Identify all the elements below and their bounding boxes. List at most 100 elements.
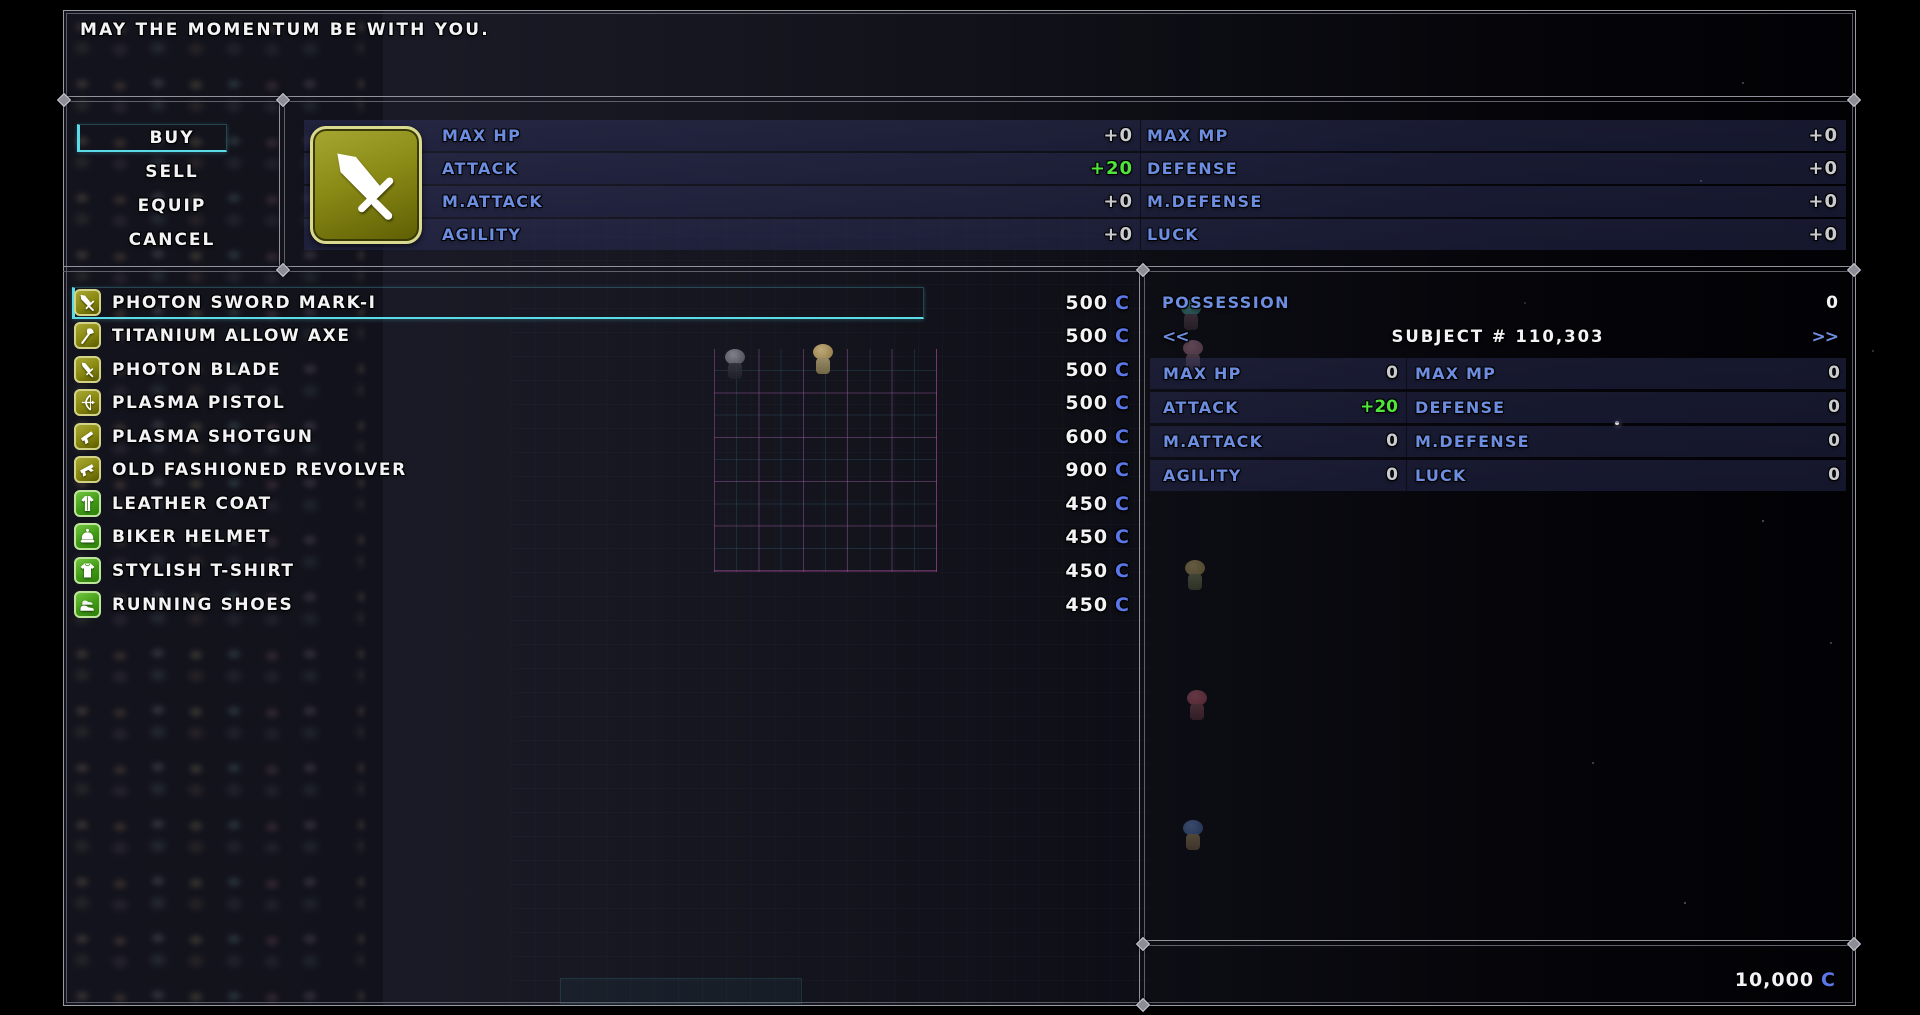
currency-label: C (1821, 969, 1836, 991)
item-row[interactable]: STYLISH T-SHIRT 450C (72, 556, 1130, 587)
item-row[interactable]: RUNNING SHOES 450C (72, 590, 1130, 621)
preview-stat-row: AGILITY +0 LUCK +0 (304, 219, 1846, 250)
item-row[interactable]: OLD FASHIONED REVOLVER 900C (72, 455, 1130, 486)
axe-icon (74, 322, 101, 349)
currency-label: C (1115, 493, 1130, 515)
starfield (0, 0, 2, 2)
currency-label: C (1115, 594, 1130, 616)
next-subject-button[interactable]: >> (1812, 323, 1839, 351)
stat-label: M.ATTACK (442, 186, 543, 217)
status-stat-row: ATTACK +20 DEFENSE 0 (1150, 392, 1846, 423)
currency-label: C (1115, 560, 1130, 582)
stat-label: LUCK (1147, 219, 1199, 250)
currency-label: C (1115, 426, 1130, 448)
stat-value: +0 (1103, 120, 1133, 151)
currency-label: C (1115, 325, 1130, 347)
stat-label: M.DEFENSE (1415, 426, 1530, 457)
currency-label: C (1115, 526, 1130, 548)
divider-message (63, 96, 1856, 102)
currency-label: C (1115, 292, 1130, 314)
command-equip[interactable]: EQUIP (63, 192, 281, 220)
dagger-icon (74, 356, 101, 383)
possession-label: POSSESSION (1162, 289, 1290, 317)
item-price: 450C (1065, 590, 1130, 621)
item-row[interactable]: PLASMA SHOTGUN 600C (72, 422, 1130, 453)
coat-icon (74, 490, 101, 517)
stat-label: LUCK (1415, 460, 1467, 491)
item-name: PHOTON BLADE (112, 355, 281, 386)
command-cancel[interactable]: CANCEL (63, 226, 281, 254)
stat-value: 0 (1828, 392, 1840, 423)
currency-label: C (1115, 359, 1130, 381)
item-name: LEATHER COAT (112, 489, 272, 520)
sword-icon (74, 289, 101, 316)
stat-value: 0 (1150, 358, 1398, 389)
divider-panel (1139, 266, 1145, 1006)
item-row[interactable]: PHOTON BLADE 500C (72, 355, 1130, 386)
bow-icon (74, 389, 101, 416)
command-sell[interactable]: SELL (63, 158, 281, 186)
currency-label: C (1115, 392, 1130, 414)
stat-label: ATTACK (442, 153, 518, 184)
gold-window: 10,000C (1150, 962, 1846, 998)
divider-header (63, 266, 1856, 272)
item-name: PLASMA SHOTGUN (112, 422, 314, 453)
item-price: 900C (1065, 455, 1130, 486)
stat-label: M.DEFENSE (1147, 186, 1263, 217)
message-text: MAY THE MOMENTUM BE WITH YOU. (80, 20, 490, 40)
npc-sprite (1180, 820, 1206, 854)
stat-value: 0 (1828, 358, 1840, 389)
item-price: 450C (1065, 489, 1130, 520)
subject-nav-row: << SUBJECT # 110,303 >> (1150, 323, 1846, 351)
item-name: PHOTON SWORD MARK-I (112, 288, 377, 319)
currency-label: C (1115, 459, 1130, 481)
shop-screen: MAY THE MOMENTUM BE WITH YOU. BUY SELL E… (0, 0, 1920, 1015)
stat-value: +20 (1090, 153, 1133, 184)
preview-stat-row: M.ATTACK +0 M.DEFENSE +0 (304, 186, 1846, 217)
item-row[interactable]: LEATHER COAT 450C (72, 489, 1130, 520)
status-stat-row: AGILITY 0 LUCK 0 (1150, 460, 1846, 491)
map-console-backdrop (560, 978, 802, 1004)
stat-value: +0 (1808, 186, 1838, 217)
item-row[interactable]: TITANIUM ALLOW AXE 500C (72, 321, 1130, 352)
npc-sprite (1182, 560, 1208, 594)
item-name: STYLISH T-SHIRT (112, 556, 295, 587)
gun-icon (74, 423, 101, 450)
item-price: 500C (1065, 288, 1130, 319)
subject-name: SUBJECT # 110,303 (1150, 323, 1846, 351)
item-name: RUNNING SHOES (112, 590, 293, 621)
item-price: 450C (1065, 556, 1130, 587)
command-buy[interactable]: BUY (63, 124, 281, 152)
stat-value: +20 (1150, 392, 1398, 423)
stat-value: +0 (1808, 219, 1838, 250)
gold-value: 10,000C (1735, 962, 1836, 998)
stat-label: MAX MP (1147, 120, 1229, 151)
item-price: 450C (1065, 522, 1130, 553)
item-row[interactable]: PLASMA PISTOL 500C (72, 388, 1130, 419)
possession-value: 0 (1826, 289, 1838, 317)
item-name: TITANIUM ALLOW AXE (112, 321, 351, 352)
stat-label: MAX MP (1415, 358, 1496, 389)
stat-label: AGILITY (442, 219, 521, 250)
stat-value: 0 (1828, 460, 1840, 491)
stat-label: DEFENSE (1147, 153, 1238, 184)
shoes-icon (74, 591, 101, 618)
possession-row: POSSESSION 0 (1150, 289, 1846, 317)
item-name: PLASMA PISTOL (112, 388, 285, 419)
stat-value: 0 (1828, 426, 1840, 457)
stat-value: +0 (1808, 153, 1838, 184)
item-row[interactable]: PHOTON SWORD MARK-I 500C (72, 288, 1130, 319)
item-row[interactable]: BIKER HELMET 450C (72, 522, 1130, 553)
stat-value: +0 (1808, 120, 1838, 151)
preview-stat-row: ATTACK +20 DEFENSE +0 (304, 153, 1846, 184)
stat-value: +0 (1103, 186, 1133, 217)
shirt-icon (74, 557, 101, 584)
preview-stat-row: MAX HP +0 MAX MP +0 (304, 120, 1846, 151)
item-price: 500C (1065, 355, 1130, 386)
stat-value: 0 (1150, 426, 1398, 457)
npc-sprite (1184, 690, 1210, 724)
item-name: OLD FASHIONED REVOLVER (112, 455, 407, 486)
sword-icon (310, 126, 422, 244)
item-price: 500C (1065, 321, 1130, 352)
stat-value: 0 (1150, 460, 1398, 491)
